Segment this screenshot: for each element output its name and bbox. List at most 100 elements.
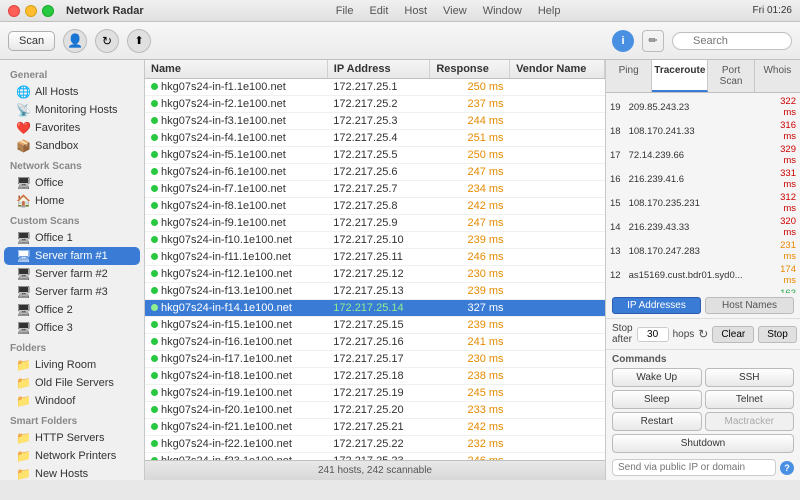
- menu-edit[interactable]: Edit: [369, 5, 388, 17]
- stop-button[interactable]: Stop: [758, 326, 797, 343]
- col-vendor[interactable]: Vendor Name: [510, 60, 605, 79]
- table-row[interactable]: hkg07s24-in-f8.1e100.net172.217.25.8242 …: [145, 198, 605, 215]
- ip-addresses-button[interactable]: IP Addresses: [612, 297, 701, 314]
- sidebar-item-office3[interactable]: 🖥Office 3: [4, 319, 140, 337]
- sidebar-item-server-farm-1[interactable]: 🖥Server farm #1: [4, 247, 140, 265]
- status-dot: [151, 270, 158, 277]
- table-row[interactable]: hkg07s24-in-f21.1e100.net172.217.25.2124…: [145, 419, 605, 436]
- tab-whois[interactable]: Whois: [755, 60, 800, 92]
- table-row[interactable]: hkg07s24-in-f15.1e100.net172.217.25.1523…: [145, 317, 605, 334]
- table-row[interactable]: hkg07s24-in-f2.1e100.net172.217.25.2237 …: [145, 96, 605, 113]
- send-input[interactable]: [612, 459, 776, 476]
- minimize-button[interactable]: [25, 5, 37, 17]
- maximize-button[interactable]: [42, 5, 54, 17]
- sidebar-item-living-room[interactable]: 📁Living Room: [4, 356, 140, 374]
- menu-window[interactable]: Window: [483, 5, 522, 17]
- sidebar-item-office1[interactable]: 🖥Office 1: [4, 229, 140, 247]
- sidebar-label-server-farm-2: Server farm #2: [35, 268, 108, 280]
- statusbar: 241 hosts, 242 scannable: [145, 460, 605, 480]
- send-input-row: ?: [612, 459, 794, 476]
- menu-host[interactable]: Host: [404, 5, 427, 17]
- status-dot: [151, 168, 158, 175]
- table-row[interactable]: hkg07s24-in-f17.1e100.net172.217.25.1723…: [145, 351, 605, 368]
- close-button[interactable]: [8, 5, 20, 17]
- search-input[interactable]: [672, 32, 792, 50]
- ssh-button[interactable]: SSH: [705, 368, 795, 387]
- sidebar-icon-new-hosts: 📁: [16, 467, 30, 480]
- table-row[interactable]: hkg07s24-in-f1.1e100.net172.217.25.1250 …: [145, 79, 605, 96]
- reload-icon[interactable]: ↻: [698, 327, 708, 341]
- table-row[interactable]: hkg07s24-in-f7.1e100.net172.217.25.7234 …: [145, 181, 605, 198]
- sidebar-icon-favorites: ❤️: [16, 121, 30, 135]
- table-row[interactable]: hkg07s24-in-f20.1e100.net172.217.25.2023…: [145, 402, 605, 419]
- host-names-button[interactable]: Host Names: [705, 297, 794, 314]
- status-dot: [151, 202, 158, 209]
- sidebar-item-http-servers[interactable]: 📁HTTP Servers: [4, 429, 140, 447]
- sidebar-icon-monitoring-hosts: 📡: [16, 103, 30, 117]
- status-dot: [151, 219, 158, 226]
- add-icon-button[interactable]: 👤: [63, 29, 87, 53]
- sidebar-item-server-farm-2[interactable]: 🖥 Server farm #2: [4, 265, 140, 283]
- table-row[interactable]: hkg07s24-in-f6.1e100.net172.217.25.6247 …: [145, 164, 605, 181]
- table-row[interactable]: hkg07s24-in-f16.1e100.net172.217.25.1624…: [145, 334, 605, 351]
- edit-button[interactable]: ✏: [642, 30, 664, 52]
- table-row[interactable]: hkg07s24-in-f19.1e100.net172.217.25.1924…: [145, 385, 605, 402]
- sidebar-item-office2[interactable]: 🖥Office 2: [4, 301, 140, 319]
- table-row[interactable]: hkg07s24-in-f4.1e100.net172.217.25.4251 …: [145, 130, 605, 147]
- sidebar-label-favorites: Favorites: [35, 122, 80, 134]
- sidebar-item-server-farm-3[interactable]: 🖥Server farm #3: [4, 283, 140, 301]
- traceroute-table: 19209.85.243.23322 ms18108.170.241.33316…: [606, 95, 800, 293]
- sidebar-icon-server-farm-2: 🖥: [16, 267, 30, 281]
- info-button[interactable]: i: [612, 30, 634, 52]
- table-row[interactable]: hkg07s24-in-f10.1e100.net172.217.25.1023…: [145, 232, 605, 249]
- sidebar-label-sandbox: Sandbox: [35, 140, 78, 152]
- sleep-button[interactable]: Sleep: [612, 390, 702, 409]
- sidebar-item-office[interactable]: 🖥Office: [4, 174, 140, 192]
- table-row[interactable]: hkg07s24-in-f23.1e100.net172.217.25.2324…: [145, 453, 605, 461]
- sidebar-item-new-hosts[interactable]: 📁New Hosts: [4, 465, 140, 480]
- scan-button[interactable]: Scan: [8, 31, 55, 51]
- wake-up-button[interactable]: Wake Up: [612, 368, 702, 387]
- sidebar-item-old-file-servers[interactable]: 📁Old File Servers: [4, 374, 140, 392]
- titlebar: Network Radar File Edit Host View Window…: [0, 0, 800, 22]
- sidebar-item-network-printers[interactable]: 📁Network Printers: [4, 447, 140, 465]
- table-row[interactable]: hkg07s24-in-f18.1e100.net172.217.25.1823…: [145, 368, 605, 385]
- table-row[interactable]: hkg07s24-in-f13.1e100.net172.217.25.1323…: [145, 283, 605, 300]
- table-row[interactable]: hkg07s24-in-f11.1e100.net172.217.25.1124…: [145, 249, 605, 266]
- menu-help[interactable]: Help: [538, 5, 561, 17]
- shutdown-button[interactable]: Shutdown: [612, 434, 794, 453]
- col-name[interactable]: Name: [145, 60, 327, 79]
- sidebar-item-windoof[interactable]: 📁Windoof: [4, 392, 140, 410]
- sidebar-label-monitoring-hosts: Monitoring Hosts: [35, 104, 118, 116]
- table-row[interactable]: hkg07s24-in-f14.1e100.net172.217.25.1432…: [145, 300, 605, 317]
- tab-port-scan[interactable]: Port Scan: [708, 60, 754, 92]
- share-button[interactable]: ⬆: [127, 29, 151, 53]
- tab-ping[interactable]: Ping: [606, 60, 652, 92]
- help-icon[interactable]: ?: [780, 461, 794, 475]
- refresh-button[interactable]: ↻: [95, 29, 119, 53]
- host-table-wrapper: Name IP Address Response Vendor Name hkg…: [145, 60, 605, 460]
- right-panel: PingTraceroutePort ScanWhois 19209.85.24…: [605, 60, 800, 480]
- table-row[interactable]: hkg07s24-in-f9.1e100.net172.217.25.9247 …: [145, 215, 605, 232]
- tab-traceroute[interactable]: Traceroute: [652, 60, 708, 92]
- sidebar-label-network-printers: Network Printers: [35, 450, 116, 462]
- table-row[interactable]: hkg07s24-in-f5.1e100.net172.217.25.5250 …: [145, 147, 605, 164]
- table-row[interactable]: hkg07s24-in-f22.1e100.net172.217.25.2223…: [145, 436, 605, 453]
- table-row[interactable]: hkg07s24-in-f3.1e100.net172.217.25.3244 …: [145, 113, 605, 130]
- stop-after-input[interactable]: [637, 327, 669, 342]
- restart-button[interactable]: Restart: [612, 412, 702, 431]
- sidebar-item-monitoring-hosts[interactable]: 📡 Monitoring Hosts: [4, 101, 140, 119]
- menu-view[interactable]: View: [443, 5, 467, 17]
- sidebar-icon-all-hosts: 🌐: [16, 85, 30, 99]
- sidebar-item-all-hosts[interactable]: 🌐All Hosts: [4, 83, 140, 101]
- sidebar-item-sandbox[interactable]: 📦Sandbox: [4, 137, 140, 155]
- col-response[interactable]: Response: [430, 60, 510, 79]
- sidebar-item-favorites[interactable]: ❤️ Favorites: [4, 119, 140, 137]
- clear-button[interactable]: Clear: [712, 326, 754, 343]
- telnet-button[interactable]: Telnet: [705, 390, 795, 409]
- sidebar-item-home[interactable]: 🏠Home: [4, 192, 140, 210]
- menu-file[interactable]: File: [336, 5, 354, 17]
- table-row[interactable]: hkg07s24-in-f12.1e100.net172.217.25.1223…: [145, 266, 605, 283]
- col-ip[interactable]: IP Address: [327, 60, 430, 79]
- status-dot: [151, 134, 158, 141]
